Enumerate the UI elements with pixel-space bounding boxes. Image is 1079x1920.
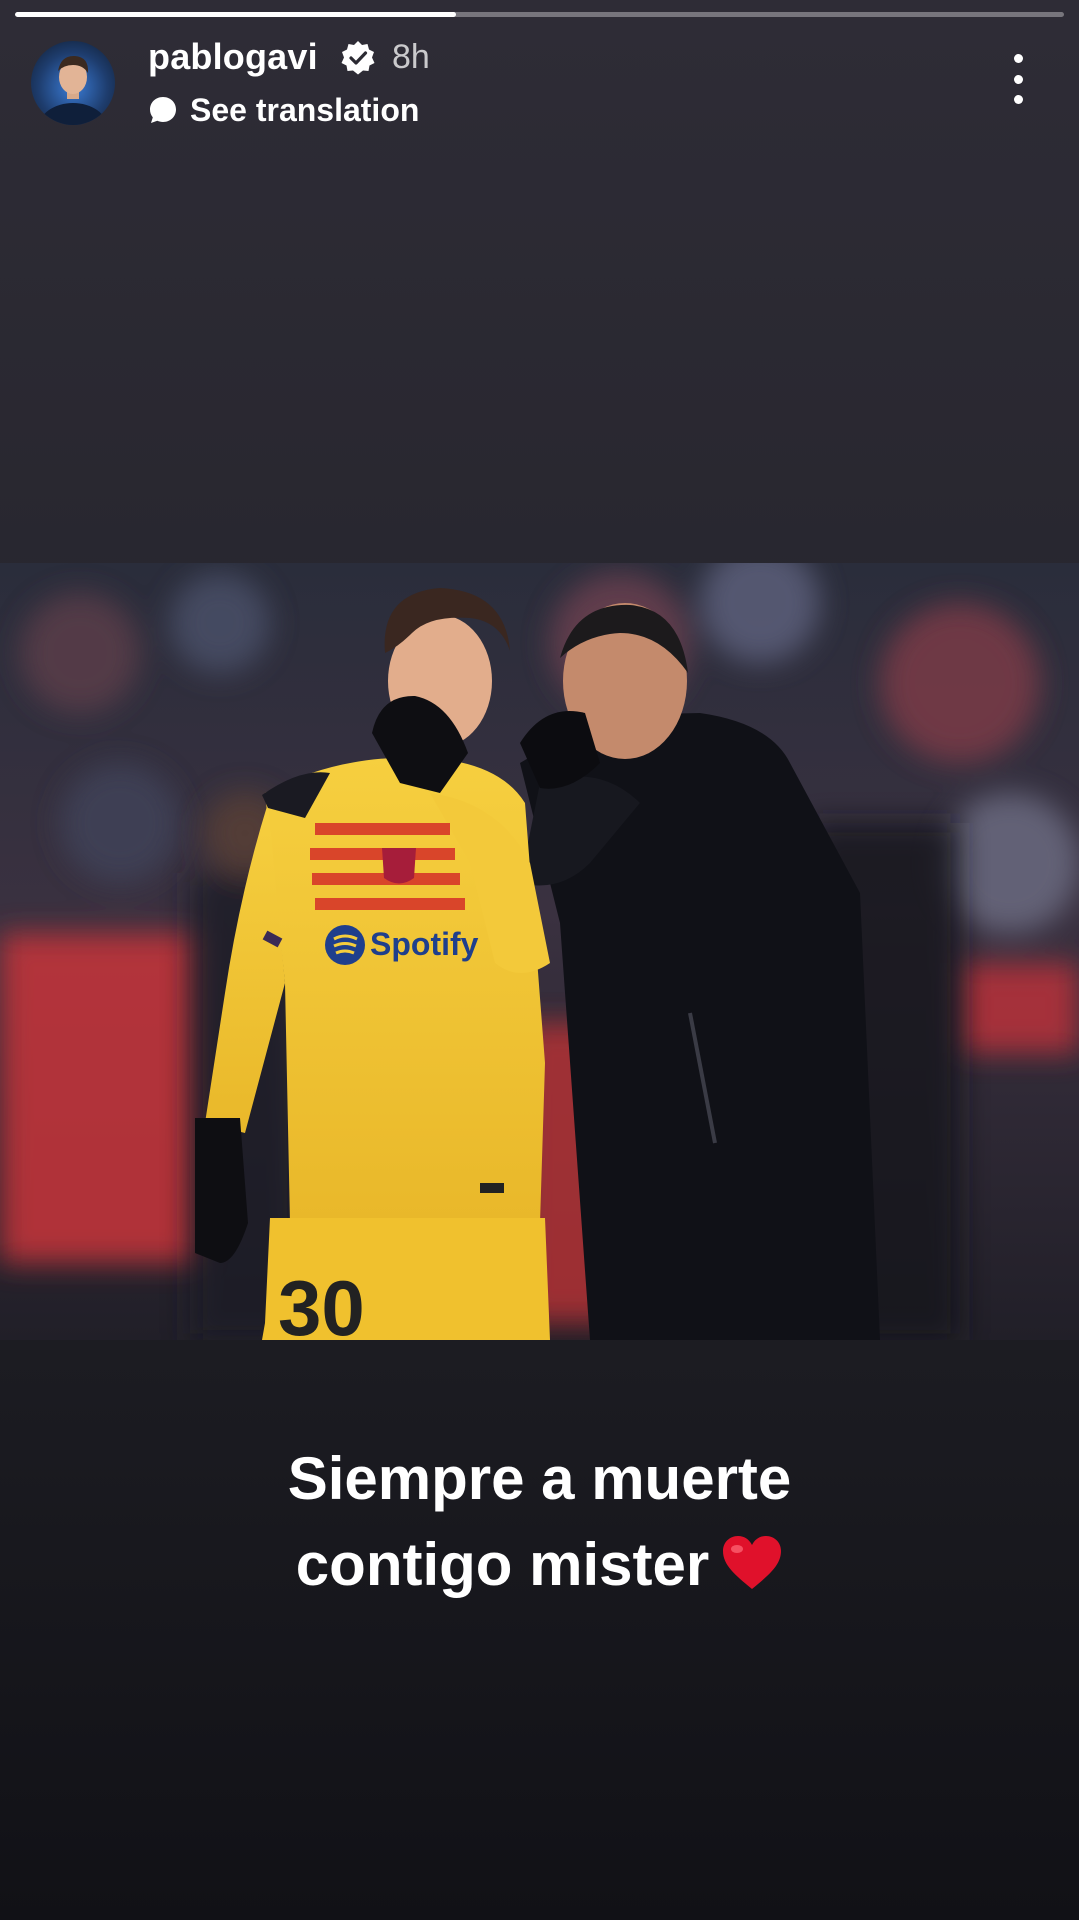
story-progress-fill: [15, 12, 456, 17]
caption-line-1: Siempre a muerte: [287, 1445, 792, 1512]
story-progress-bar: [15, 12, 1064, 17]
caption-line-2-wrap: contigo mister: [0, 1522, 1079, 1608]
red-heart-icon: [723, 1536, 782, 1589]
caption-line-2: contigo mister: [295, 1531, 710, 1598]
see-translation-label: See translation: [190, 91, 420, 128]
see-translation-button[interactable]: See translation: [148, 90, 419, 130]
username[interactable]: pablogavi: [148, 36, 318, 78]
more-dot: [1013, 95, 1023, 104]
jersey-number-text: 30: [278, 1264, 365, 1340]
story-caption: Siempre a muerte contigo mister: [0, 1436, 1079, 1608]
translate-bubble-icon: [150, 97, 176, 123]
more-vertical-icon[interactable]: [1000, 54, 1036, 104]
jersey-sponsor-text: Spotify: [370, 926, 479, 962]
story-photo: Spotify 30: [0, 563, 1079, 1340]
verified-badge-icon: [341, 41, 375, 75]
more-dot: [1013, 74, 1023, 84]
more-dot: [1013, 54, 1023, 63]
post-time: 8h: [392, 38, 430, 76]
avatar-image: [39, 55, 107, 125]
football-photo: Spotify 30: [0, 563, 1079, 1340]
profile-avatar[interactable]: [31, 41, 115, 125]
